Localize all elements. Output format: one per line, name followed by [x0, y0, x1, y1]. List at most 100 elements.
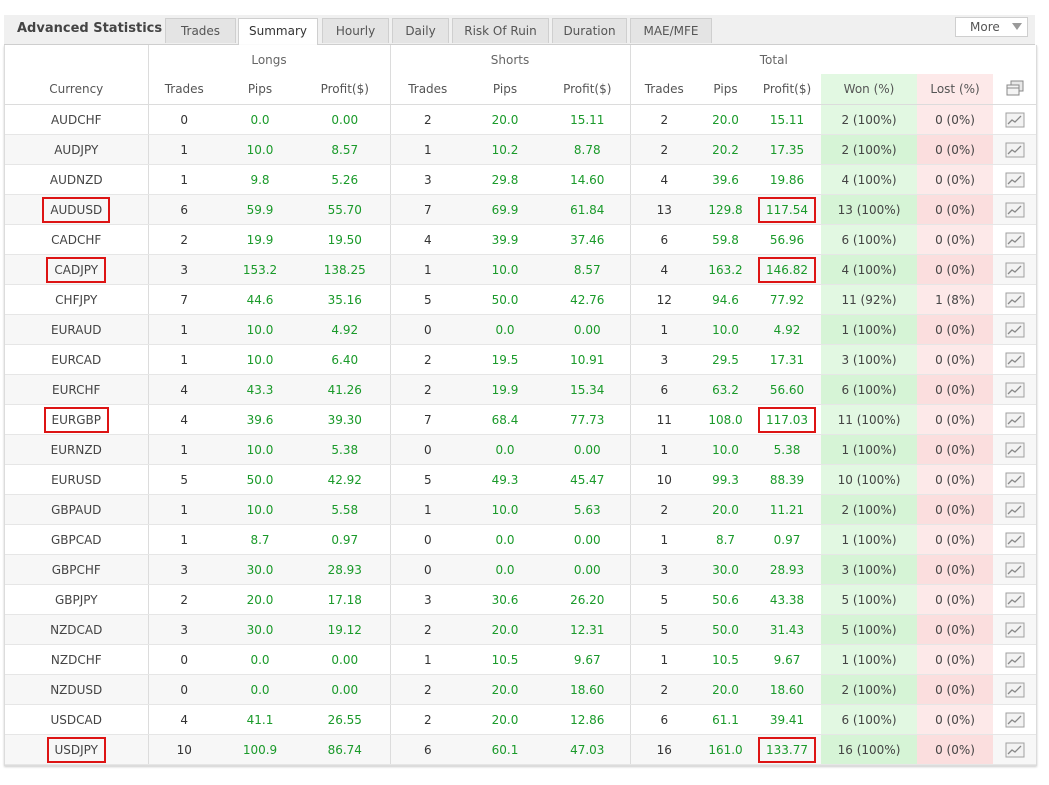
col-lost[interactable]: Lost (%) [917, 74, 994, 105]
cell-shorts-profit: 5.63 [545, 494, 631, 525]
cell-chart[interactable] [993, 644, 1037, 675]
currency-highlight: CADJPY [46, 256, 107, 283]
col-currency[interactable]: Currency [5, 74, 149, 105]
col-total-profit[interactable]: Profit($) [753, 74, 822, 105]
cell-chart[interactable] [993, 464, 1037, 495]
line-chart-icon[interactable] [1005, 322, 1025, 338]
cell-chart[interactable] [993, 734, 1037, 765]
cell-won: 1 (100%) [821, 644, 918, 675]
table-row: AUDNZD 1 9.8 5.26 3 29.8 14.60 4 39.6 19.86 4 (100… [5, 164, 1037, 195]
line-chart-icon[interactable] [1005, 412, 1025, 428]
line-chart-icon[interactable] [1005, 202, 1025, 218]
total-profit-value: 28.93 [769, 562, 805, 577]
line-chart-icon[interactable] [1005, 232, 1025, 248]
col-shorts-pips[interactable]: Pips [465, 74, 546, 105]
tab-hourly[interactable]: Hourly [322, 18, 389, 43]
cell-chart[interactable] [993, 284, 1037, 315]
tab-risk-of-ruin[interactable]: Risk Of Ruin [452, 18, 549, 43]
total-profit-value: 43.38 [769, 592, 805, 607]
cell-shorts-pips: 0.0 [465, 524, 546, 555]
cell-chart[interactable] [993, 374, 1037, 405]
cell-chart[interactable] [993, 704, 1037, 735]
cell-chart[interactable] [993, 674, 1037, 705]
cell-chart[interactable] [993, 224, 1037, 255]
col-shorts-trades[interactable]: Trades [390, 74, 466, 105]
cell-chart[interactable] [993, 314, 1037, 345]
col-actions[interactable] [993, 74, 1037, 105]
line-chart-icon[interactable] [1005, 112, 1025, 128]
cell-total-pips: 10.5 [698, 644, 754, 675]
tab-trades[interactable]: Trades [165, 18, 236, 43]
cell-won: 1 (100%) [821, 434, 918, 465]
line-chart-icon[interactable] [1005, 442, 1025, 458]
currency-highlight: USDJPY [46, 736, 106, 763]
cell-chart[interactable] [993, 554, 1037, 585]
cell-total-trades: 2 [630, 104, 699, 135]
currency-label: USDCAD [50, 712, 102, 727]
tab-summary[interactable]: Summary [238, 18, 318, 45]
cell-chart[interactable] [993, 584, 1037, 615]
tab-daily[interactable]: Daily [392, 18, 449, 43]
cell-chart[interactable] [993, 104, 1037, 135]
group-spacer-action [993, 45, 1036, 74]
tab-mae-mfe[interactable]: MAE/MFE [630, 18, 712, 43]
line-chart-icon[interactable] [1005, 562, 1025, 578]
line-chart-icon[interactable] [1005, 472, 1025, 488]
table-row: NZDCHF 0 0.0 0.00 1 10.5 9.67 1 10.5 9.67 1 (100%)… [5, 644, 1037, 675]
col-shorts-profit[interactable]: Profit($) [545, 74, 631, 105]
col-total-pips[interactable]: Pips [698, 74, 754, 105]
col-won[interactable]: Won (%) [821, 74, 918, 105]
cell-lost: 0 (0%) [917, 674, 994, 705]
cell-longs-profit: 39.30 [300, 404, 391, 435]
cell-longs-profit: 138.25 [300, 254, 391, 285]
line-chart-icon[interactable] [1005, 352, 1025, 368]
table-row: GBPJPY 2 20.0 17.18 3 30.6 26.20 5 50.6 43.38 5 (1… [5, 584, 1037, 615]
cell-chart[interactable] [993, 524, 1037, 555]
total-profit-highlight: 146.82 [758, 256, 817, 283]
cell-chart[interactable] [993, 194, 1037, 225]
line-chart-icon[interactable] [1005, 682, 1025, 698]
cell-chart[interactable] [993, 434, 1037, 465]
cell-longs-profit: 5.38 [300, 434, 391, 465]
cell-longs-pips: 0.0 [220, 644, 300, 675]
cell-chart[interactable] [993, 494, 1037, 525]
line-chart-icon[interactable] [1005, 262, 1025, 278]
table-row: EURNZD 1 10.0 5.38 0 0.0 0.00 1 10.0 5.38 1 (100%)… [5, 434, 1037, 465]
line-chart-icon[interactable] [1005, 622, 1025, 638]
cell-chart[interactable] [993, 164, 1037, 195]
cell-lost: 0 (0%) [917, 194, 994, 225]
cell-shorts-trades: 2 [390, 374, 466, 405]
cell-chart[interactable] [993, 404, 1037, 435]
cell-chart[interactable] [993, 614, 1037, 645]
cell-longs-trades: 7 [148, 284, 220, 315]
line-chart-icon[interactable] [1005, 382, 1025, 398]
tab-duration[interactable]: Duration [552, 18, 627, 43]
cell-chart[interactable] [993, 254, 1037, 285]
line-chart-icon[interactable] [1005, 172, 1025, 188]
cell-shorts-trades: 7 [390, 194, 466, 225]
line-chart-icon[interactable] [1005, 142, 1025, 158]
col-longs-trades[interactable]: Trades [148, 74, 220, 105]
line-chart-icon[interactable] [1005, 502, 1025, 518]
more-button[interactable]: More [955, 17, 1028, 37]
cell-won: 6 (100%) [821, 704, 918, 735]
line-chart-icon[interactable] [1005, 742, 1025, 758]
cell-chart[interactable] [993, 344, 1037, 375]
col-longs-profit[interactable]: Profit($) [300, 74, 391, 105]
cell-chart[interactable] [993, 134, 1037, 165]
line-chart-icon[interactable] [1005, 532, 1025, 548]
line-chart-icon[interactable] [1005, 592, 1025, 608]
cell-total-trades: 11 [630, 404, 699, 435]
col-longs-pips[interactable]: Pips [220, 74, 300, 105]
cell-total-pips: 20.0 [698, 674, 754, 705]
copy-icon[interactable] [1005, 80, 1025, 98]
cell-longs-profit: 28.93 [300, 554, 391, 585]
line-chart-icon[interactable] [1005, 712, 1025, 728]
col-total-trades[interactable]: Trades [630, 74, 699, 105]
cell-total-trades: 2 [630, 494, 699, 525]
line-chart-icon[interactable] [1005, 292, 1025, 308]
line-chart-icon[interactable] [1005, 652, 1025, 668]
table-row: CADJPY 3 153.2 138.25 1 10.0 8.57 4 163.2 146.82 4… [5, 254, 1037, 285]
total-profit-highlight: 117.54 [758, 196, 817, 223]
cell-longs-pips: 100.9 [220, 734, 300, 765]
